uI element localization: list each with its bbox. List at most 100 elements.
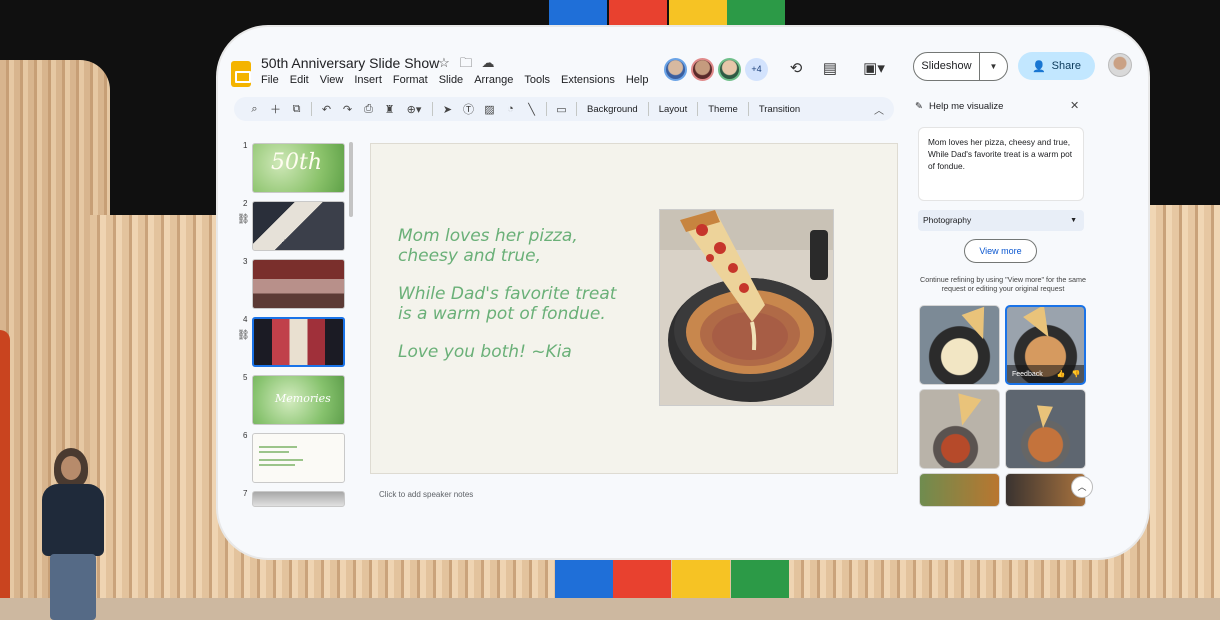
filmstrip-slide[interactable]: 1 50th xyxy=(236,141,352,193)
visualize-prompt-input[interactable]: Mom loves her pizza, cheesy and true, Wh… xyxy=(918,127,1084,201)
generated-image[interactable] xyxy=(919,305,1000,385)
generated-image[interactable] xyxy=(919,473,1000,507)
search-icon[interactable]: ⌕ xyxy=(244,103,265,116)
view-more-button[interactable]: View more xyxy=(964,239,1037,263)
pizza-fondue-illustration xyxy=(660,210,833,405)
menu-arrange[interactable]: Arrange xyxy=(474,74,513,86)
account-avatar[interactable] xyxy=(1108,53,1132,77)
layout-button[interactable]: Layout xyxy=(653,104,694,115)
cloud-status-icon[interactable]: ☁ xyxy=(481,56,495,70)
background-button[interactable]: Background xyxy=(581,104,644,115)
filmstrip-slide[interactable]: 6 xyxy=(236,431,352,483)
menu-view[interactable]: View xyxy=(320,74,344,86)
version-history-icon[interactable]: ⟲ xyxy=(787,60,805,78)
pizza-fondue-image[interactable] xyxy=(659,209,834,406)
chevron-down-icon[interactable]: ▼ xyxy=(980,62,1007,71)
menu-slide[interactable]: Slide xyxy=(439,74,463,86)
filmstrip-slide[interactable]: 3 xyxy=(236,257,352,309)
speaker-notes-field[interactable]: Click to add speaker notes xyxy=(379,490,473,499)
toolbar-divider xyxy=(697,102,699,116)
title-actions: ☆ 🗀 ☁ xyxy=(437,56,495,70)
transition-button[interactable]: Transition xyxy=(753,104,806,115)
slide-number: 6 xyxy=(243,431,248,440)
slides-app-screen: 50th Anniversary Slide Show ☆ 🗀 ☁ File E… xyxy=(218,27,1148,558)
magic-pen-icon: ✎ xyxy=(915,101,923,112)
shape-icon[interactable]: ◔ xyxy=(500,103,521,115)
zoom-icon[interactable]: ⊕▾ xyxy=(400,103,428,116)
menu-format[interactable]: Format xyxy=(393,74,428,86)
link-icon: ⛓ xyxy=(237,330,250,341)
generated-image-hovered[interactable]: Feedback 👍 👎 xyxy=(1005,305,1086,385)
thumbnail-title: 50th xyxy=(271,150,323,175)
slide-number: 1 xyxy=(243,141,248,150)
collaborator-avatar[interactable] xyxy=(664,58,687,81)
undo-icon[interactable]: ↶ xyxy=(316,103,337,116)
slide-poem-textbox[interactable]: Mom loves her pizza, cheesy and true, Wh… xyxy=(398,226,638,363)
image-style-dropdown[interactable]: Photography ▼ xyxy=(918,210,1084,231)
toolbar: ⌕ ＋ ⧉ ↶ ↷ ⎙ ♜ ⊕▾ ➤ Ⓣ ▨ ◔ ╲ ▭ Background … xyxy=(234,97,894,121)
filmstrip-scrollbar[interactable] xyxy=(349,142,353,217)
comments-icon[interactable]: ▤ xyxy=(821,60,839,78)
print-icon[interactable]: ⎙ xyxy=(358,103,379,116)
menu-edit[interactable]: Edit xyxy=(290,74,309,86)
meet-camera-icon[interactable]: ▣▾ xyxy=(859,60,889,78)
filmstrip-slide[interactable]: 2 ⛓ xyxy=(236,199,352,251)
thumbs-up-icon[interactable]: 👍 xyxy=(1057,370,1066,378)
generated-image[interactable] xyxy=(919,389,1000,469)
chevron-up-icon[interactable]: ︿ xyxy=(874,102,884,117)
filmstrip-slide[interactable]: 5 Memories xyxy=(236,373,352,425)
feedback-bar: Feedback 👍 👎 xyxy=(1007,365,1084,383)
menu-insert[interactable]: Insert xyxy=(354,74,382,86)
menu-extensions[interactable]: Extensions xyxy=(561,74,615,86)
visualize-panel-title: Help me visualize xyxy=(928,101,1004,112)
scroll-to-top-button[interactable]: ︿ xyxy=(1071,476,1093,498)
thumbs-down-icon[interactable]: 👎 xyxy=(1071,370,1080,378)
more-collaborators-badge[interactable]: +4 xyxy=(745,58,768,81)
collaborator-avatar[interactable] xyxy=(691,58,714,81)
slideshow-label[interactable]: Slideshow xyxy=(914,53,980,80)
slide-thumbnail[interactable] xyxy=(252,491,345,507)
add-icon[interactable]: ＋ xyxy=(265,101,286,117)
orange-accent xyxy=(0,330,10,620)
toolbar-divider xyxy=(311,102,312,116)
menu-tools[interactable]: Tools xyxy=(524,74,550,86)
share-label: Share xyxy=(1051,60,1082,72)
toolbar-divider xyxy=(432,102,433,116)
image-icon[interactable]: ▨ xyxy=(479,103,500,116)
paint-format-icon[interactable]: ♜ xyxy=(379,103,400,116)
filmstrip-slide-selected[interactable]: 4 ⛓ xyxy=(236,315,352,367)
generated-image[interactable] xyxy=(1005,389,1086,469)
close-icon[interactable]: ✕ xyxy=(1070,99,1079,112)
select-cursor-icon[interactable]: ➤ xyxy=(437,103,458,116)
menu-help[interactable]: Help xyxy=(626,74,649,86)
collaborator-avatar[interactable] xyxy=(718,58,741,81)
slide-canvas[interactable]: Mom loves her pizza, cheesy and true, Wh… xyxy=(370,143,898,474)
filmstrip-slide[interactable]: 7 xyxy=(236,489,352,511)
slides-logo-icon[interactable] xyxy=(231,61,251,87)
slide-thumbnail[interactable]: Memories xyxy=(252,375,345,425)
document-title[interactable]: 50th Anniversary Slide Show xyxy=(261,55,439,71)
text-box-icon[interactable]: Ⓣ xyxy=(458,101,479,117)
chevron-down-icon: ▼ xyxy=(1070,217,1077,224)
toolbar-divider xyxy=(546,102,547,116)
line-icon[interactable]: ╲ xyxy=(521,103,542,116)
toolbar-divider xyxy=(576,102,577,116)
slide-thumbnail[interactable] xyxy=(252,259,345,309)
slide-thumbnail[interactable] xyxy=(252,201,345,251)
slide-number: 7 xyxy=(243,489,248,498)
slide-thumbnail[interactable]: 50th xyxy=(252,143,345,193)
theme-button[interactable]: Theme xyxy=(702,104,744,115)
comment-add-icon[interactable]: ▭ xyxy=(551,103,572,116)
redo-icon[interactable]: ↷ xyxy=(337,103,358,116)
new-slide-icon[interactable]: ⧉ xyxy=(286,103,307,116)
menu-file[interactable]: File xyxy=(261,74,279,86)
share-button[interactable]: 👤 Share xyxy=(1018,52,1095,80)
slide-thumbnail[interactable] xyxy=(252,433,345,483)
star-icon[interactable]: ☆ xyxy=(437,56,451,70)
presenter xyxy=(38,448,108,620)
toolbar-divider xyxy=(647,102,649,116)
poem-line-2: While Dad's favorite treat is a warm pot… xyxy=(398,284,617,324)
slide-thumbnail[interactable] xyxy=(252,317,345,367)
slideshow-button[interactable]: Slideshow ▼ xyxy=(913,52,1008,81)
move-folder-icon[interactable]: 🗀 xyxy=(459,56,473,70)
